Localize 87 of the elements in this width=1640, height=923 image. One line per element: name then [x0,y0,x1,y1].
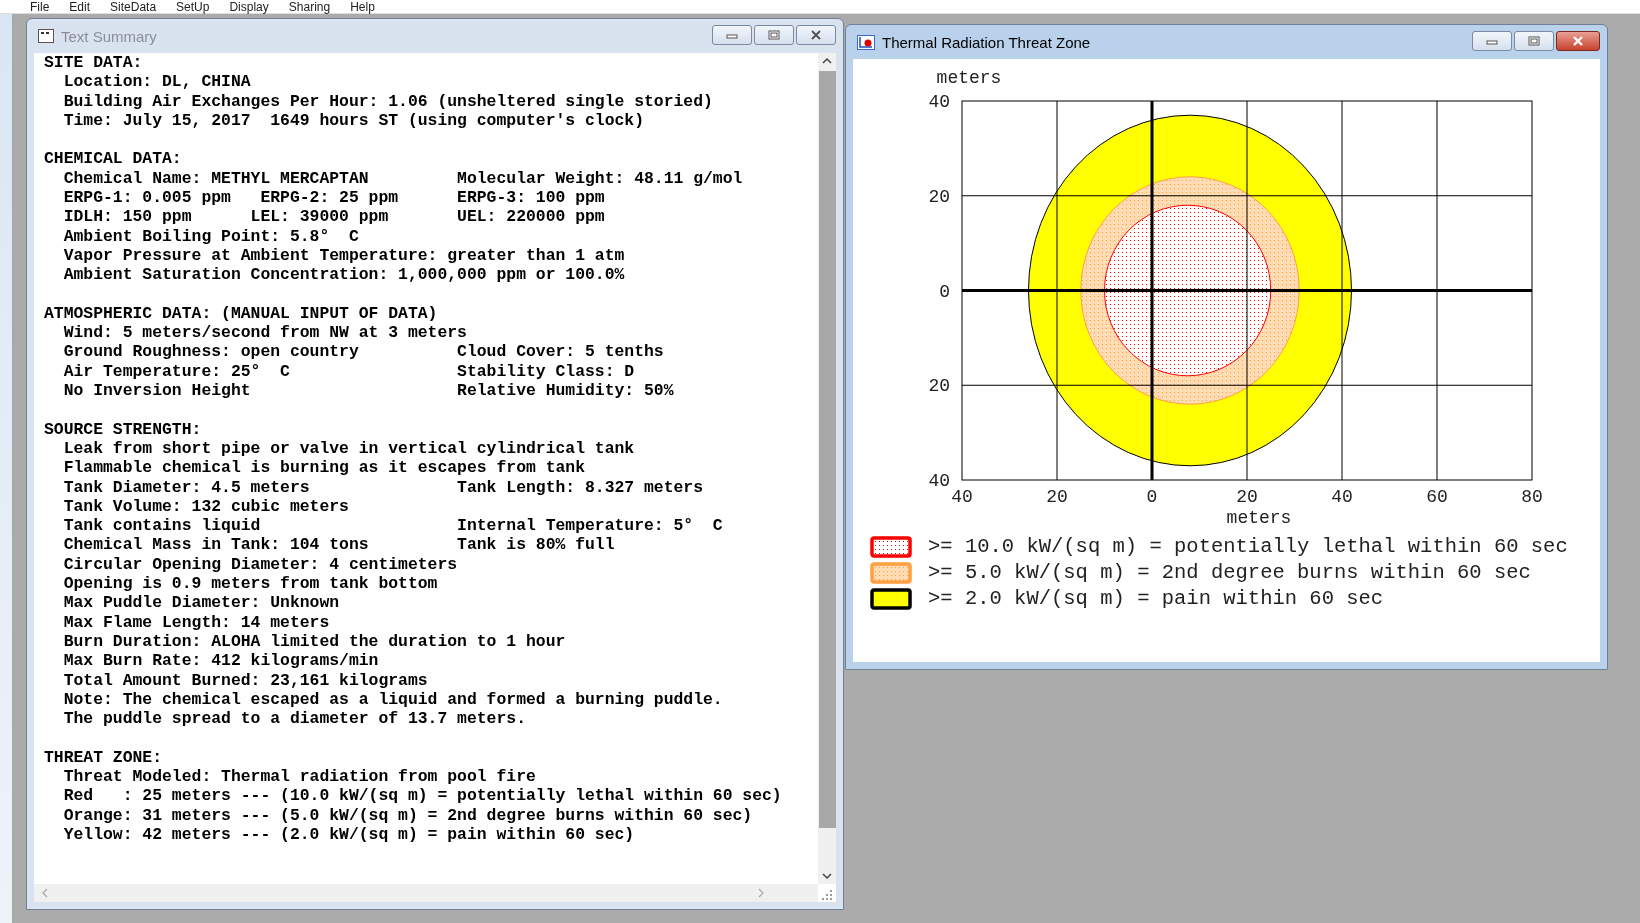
menu-item[interactable]: Help [340,0,385,13]
close-button[interactable] [796,25,836,45]
menu-item[interactable]: File [20,0,60,13]
summary-line: Cloud Cover: 5 tenths [457,342,664,362]
resize-grip-icon[interactable] [820,888,834,902]
y-tick-label: 0 [939,281,950,302]
x-tick-label: 0 [1146,487,1158,507]
summary-line: Opening is 0.9 meters from tank bottom [63,574,438,594]
summary-line: Vapor Pressure at Ambient Temperature: greater than 1 atm [63,245,625,266]
horizontal-scrollbar[interactable] [34,884,818,902]
menu-item[interactable]: Sharing [278,0,341,13]
menu-item[interactable]: SiteData [100,0,167,13]
summary-line: Max Puddle Diameter: Unknown [63,593,340,613]
summary-line: Circular Opening Diameter: 4 centimeters [63,554,458,574]
y-tick-label: 20 [928,376,950,397]
close-icon [810,30,822,40]
summary-line: Relative Humidity: 50% [457,381,674,401]
summary-line: Chemical Mass in Tank: 104 tons [63,535,370,555]
summary-line: Note: The chemical escaped as a liquid and formed a burning puddle. [63,689,723,710]
maximize-button[interactable] [754,25,794,45]
summary-line: Burn Duration: ALOHA limited the duration to 1 hour [63,631,566,652]
section-heading: SITE DATA: [44,53,143,73]
legend-label: >= 5.0 kW/(sq m) = 2nd degree burns within 60 sec [928,561,1531,584]
legend-label: >= 2.0 kW/(sq m) = pain within 60 sec [928,587,1384,610]
summary-line: ERPG-3: 100 ppm [457,188,605,208]
summary-line: Threat Modeled: Thermal radiation from pool fire [63,767,536,787]
summary-line: Total Amount Burned: 23,161 kilograms [63,670,428,690]
section-heading: CHEMICAL DATA: [44,149,182,169]
x-tick-label: 60 [1426,487,1448,507]
summary-line: Ground Roughness: open country [63,342,360,362]
section-heading: ATMOSPHERIC DATA: (MANUAL INPUT OF DATA) [44,303,438,324]
minimize-icon [1486,37,1498,45]
y-tick-label: 40 [928,471,950,491]
minimize-icon [726,31,738,39]
x-tick-label: 40 [951,487,973,507]
summary-line: Red : 25 meters --- (10.0 kW/(sq m) = potentially lethal within 60 sec) [63,786,782,806]
summary-line: Chemical Name: METHYL MERCAPTAN [63,168,370,189]
legend-label: >= 10.0 kW/(sq m) = potentially lethal within 60 sec [928,535,1568,558]
summary-line: No Inversion Height [63,381,252,401]
summary-line: Stability Class: D [457,361,635,382]
summary-line: Flammable chemical is burning as it escapes from tank [63,458,585,478]
x-tick-label: 80 [1521,487,1543,507]
summary-line: Ambient Saturation Concentration: 1,000,000 ppm or 100.0% [63,265,625,285]
summary-line: Tank contains liquid [63,516,262,536]
close-icon [1571,36,1585,46]
summary-line: Location: DL, CHINA [63,72,251,92]
summary-line: Max Flame Length: 14 meters [63,612,330,632]
summary-line: Orange: 31 meters --- (5.0 kW/(sq m) = 2nd degree burns within 60 sec) [63,805,753,825]
y-tick-label: 20 [928,186,950,207]
minimize-button[interactable] [1472,31,1512,51]
summary-line: Air Temperature: 25° C [63,361,291,382]
section-heading: SOURCE STRENGTH: [44,419,202,439]
x-tick-label: 40 [1331,487,1353,507]
summary-line: Max Burn Rate: 412 kilograms/min [63,651,379,671]
summary-line: Molecular Weight: 48.11 g/mol [457,168,743,189]
maximize-icon [768,30,780,40]
window-title: Thermal Radiation Threat Zone [882,33,1091,51]
summary-line: ERPG-1: 0.005 ppm ERPG-2: 25 ppm [63,188,400,208]
y-axis-label: meters [936,68,1002,88]
summary-line: UEL: 220000 ppm [457,207,605,227]
y-tick-label: 40 [928,92,950,112]
summary-line: Wind: 5 meters/second from NW at 3 meters [63,323,467,343]
summary-line: Building Air Exchanges Per Hour: 1.06 (unsheltered single storied) [63,91,713,111]
x-tick-label: 20 [1046,487,1068,507]
maximize-icon [1528,36,1540,46]
close-button[interactable] [1556,31,1600,51]
menu-item[interactable]: Edit [59,0,101,13]
x-tick-label: 20 [1236,487,1258,507]
summary-line: Internal Temperature: 5° C [457,516,723,536]
summary-line: Tank Diameter: 4.5 meters [63,477,311,497]
summary-line: Yellow: 42 meters --- (2.0 kW/(sq m) = pain within 60 sec) [63,824,635,845]
x-axis-label: meters [1226,508,1292,528]
summary-line: Time: July 15, 2017 1649 hours ST (using computer's clock) [63,110,644,131]
summary-line: IDLH: 150 ppm LEL: 39000 ppm [63,207,390,227]
summary-line: Tank is 80% full [457,535,615,555]
section-heading: THREAT ZONE: [44,747,163,767]
window-title: Text Summary [61,27,157,45]
menu-item[interactable]: Display [219,0,279,13]
summary-line: Leak from short pipe or valve in vertical cylindrical tank [63,438,635,459]
summary-line: Tank Length: 8.327 meters [457,477,703,497]
menu-item[interactable]: SetUp [166,0,220,13]
summary-line: Tank Volume: 132 cubic meters [63,496,349,517]
summary-line: Ambient Boiling Point: 5.8° C [63,226,359,246]
summary-line: The puddle spread to a diameter of 13.7 meters. [63,709,526,729]
document-icon [38,29,54,43]
minimize-button[interactable] [712,25,752,45]
chart-icon [857,34,875,50]
